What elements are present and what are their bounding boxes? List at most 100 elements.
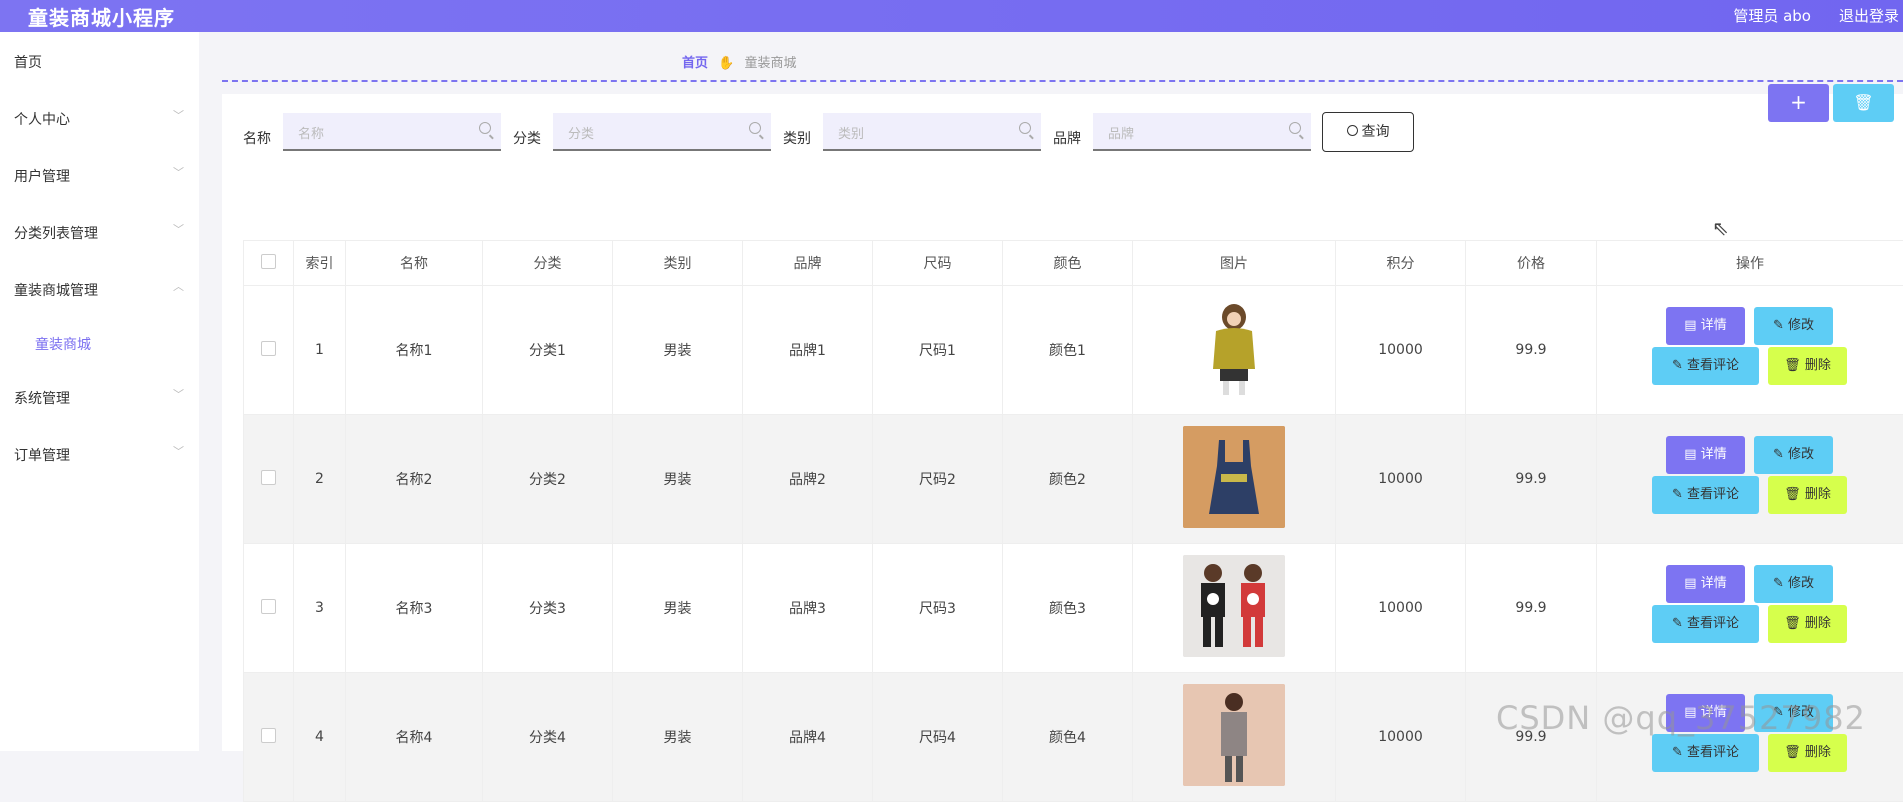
delete-button-label: 删除 xyxy=(1805,616,1831,631)
row-checkbox[interactable] xyxy=(261,728,276,743)
cell-points: 10000 xyxy=(1336,286,1466,415)
edit-button[interactable]: ✎ 修改 xyxy=(1754,565,1833,603)
delete-button[interactable]: 🗑 删除 xyxy=(1768,605,1847,643)
detail-button[interactable]: ▤ 详情 xyxy=(1666,565,1745,603)
delete-button-label: 删除 xyxy=(1805,745,1831,760)
row-select-cell[interactable] xyxy=(244,544,294,673)
review-button[interactable]: ✎ 查看评论 xyxy=(1652,734,1759,772)
detail-button-label: 详情 xyxy=(1701,447,1727,462)
cell-category: 分类3 xyxy=(483,544,613,673)
sidebar-item-label: 订单管理 xyxy=(14,448,70,464)
edit-button[interactable]: ✎ 修改 xyxy=(1754,436,1833,474)
cell-points: 10000 xyxy=(1336,415,1466,544)
detail-button[interactable]: ▤ 详情 xyxy=(1666,436,1745,474)
search-input-type[interactable]: 类别 xyxy=(823,113,1041,151)
column-header: 类别 xyxy=(613,241,743,286)
edit-button-label: 修改 xyxy=(1788,447,1814,462)
row-checkbox[interactable] xyxy=(261,470,276,485)
pencil-icon: ✎ xyxy=(1672,487,1687,502)
column-header: 颜色 xyxy=(1003,241,1133,286)
column-header: 图片 xyxy=(1133,241,1336,286)
cell-size: 尺码2 xyxy=(873,415,1003,544)
row-select-cell[interactable] xyxy=(244,673,294,802)
review-button[interactable]: ✎ 查看评论 xyxy=(1652,476,1759,514)
cell-brand: 品牌4 xyxy=(743,673,873,802)
column-header: 操作 xyxy=(1597,241,1903,286)
cell-index: 4 xyxy=(294,673,346,802)
delete-button[interactable]: 🗑 删除 xyxy=(1768,347,1847,385)
search-label-category: 分类 xyxy=(513,128,541,148)
review-button-label: 查看评论 xyxy=(1687,616,1739,631)
cell-price: 99.9 xyxy=(1466,286,1597,415)
sidebar-item-personal-center[interactable]: 个人中心 ﹀ xyxy=(14,109,194,129)
placeholder: 分类 xyxy=(568,123,594,142)
detail-button-label: 详情 xyxy=(1701,576,1727,591)
column-header: 品牌 xyxy=(743,241,873,286)
search-icon xyxy=(1347,125,1358,136)
document-icon: ▤ xyxy=(1684,447,1700,462)
cell-index: 3 xyxy=(294,544,346,673)
sidebar: 首页 个人中心 ﹀ 用户管理 ﹀ 分类列表管理﹀ 童装商城管理︿ 童装商城 系统管理… xyxy=(0,32,199,751)
review-button[interactable]: ✎ 查看评论 xyxy=(1652,347,1759,385)
detail-button[interactable]: ▤ 详情 xyxy=(1666,307,1745,345)
select-all-cell[interactable] xyxy=(244,241,294,286)
document-icon: ▤ xyxy=(1684,576,1700,591)
sidebar-item-user-management[interactable]: 用户管理 ﹀ xyxy=(14,166,194,186)
add-button[interactable]: + xyxy=(1768,84,1829,122)
select-all-checkbox[interactable] xyxy=(261,254,276,269)
chevron-down-icon: ﹀ xyxy=(173,164,184,180)
review-button-label: 查看评论 xyxy=(1687,487,1739,502)
cell-actions: ▤ 详情 ✎ 修改 ✎ 查看评论 🗑 删除 xyxy=(1597,415,1903,544)
sidebar-item-label: 用户管理 xyxy=(14,169,70,185)
batch-delete-button[interactable]: 🗑 xyxy=(1833,84,1894,122)
row-select-cell[interactable] xyxy=(244,286,294,415)
delete-button[interactable]: 🗑 删除 xyxy=(1768,734,1847,772)
breadcrumb-home[interactable]: 首页 xyxy=(682,56,708,71)
sidebar-item-system-management[interactable]: 系统管理﹀ xyxy=(14,388,194,408)
app-title: 童装商城小程序 xyxy=(28,2,175,31)
row-select-cell[interactable] xyxy=(244,415,294,544)
sidebar-item-mall-management[interactable]: 童装商城管理︿ xyxy=(14,280,194,300)
delete-button-label: 删除 xyxy=(1805,358,1831,373)
placeholder: 品牌 xyxy=(1108,123,1134,142)
sidebar-item-category-management[interactable]: 分类列表管理﹀ xyxy=(14,223,194,243)
cell-image xyxy=(1133,544,1336,673)
sidebar-item-home[interactable]: 首页 xyxy=(14,52,194,72)
sidebar-item-label: 个人中心 xyxy=(14,112,70,128)
product-image xyxy=(1183,555,1285,657)
sidebar-subitem-mall[interactable]: 童装商城 xyxy=(35,334,91,354)
row-checkbox[interactable] xyxy=(261,341,276,356)
chevron-down-icon: ﹀ xyxy=(173,107,184,123)
search-input-category[interactable]: 分类 xyxy=(553,113,771,151)
search-input-brand[interactable]: 品牌 xyxy=(1093,113,1311,151)
hand-icon: ✋ xyxy=(718,56,734,71)
query-button-label: 查询 xyxy=(1362,124,1390,140)
edit-button[interactable]: ✎ 修改 xyxy=(1754,307,1833,345)
table-row: 3 名称3 分类3 男装 品牌3 尺码3 颜色3 10000 99.9 ▤ 详情… xyxy=(244,544,1903,673)
pencil-icon: ✎ xyxy=(1672,358,1687,373)
search-input-name[interactable]: 名称 xyxy=(283,113,501,151)
sidebar-item-order-management[interactable]: 订单管理 ﹀ xyxy=(14,445,194,465)
delete-button[interactable]: 🗑 删除 xyxy=(1768,476,1847,514)
review-button[interactable]: ✎ 查看评论 xyxy=(1652,605,1759,643)
cell-type: 男装 xyxy=(613,286,743,415)
chevron-down-icon: ﹀ xyxy=(173,221,184,237)
cell-type: 男装 xyxy=(613,415,743,544)
cell-type: 男装 xyxy=(613,673,743,802)
query-button[interactable]: 查询 xyxy=(1322,112,1414,152)
edit-button-label: 修改 xyxy=(1788,318,1814,333)
cell-price: 99.9 xyxy=(1466,673,1597,802)
logout-link[interactable]: 退出登录 xyxy=(1839,5,1899,26)
product-image xyxy=(1183,426,1285,528)
chevron-down-icon: ﹀ xyxy=(173,443,184,459)
product-image xyxy=(1183,684,1285,786)
cell-price: 99.9 xyxy=(1466,544,1597,673)
cell-name: 名称1 xyxy=(346,286,483,415)
mouse-cursor-icon: ⇖ xyxy=(1712,216,1729,240)
row-checkbox[interactable] xyxy=(261,599,276,614)
table-row: 2 名称2 分类2 男装 品牌2 尺码2 颜色2 10000 99.9 ▤ 详情… xyxy=(244,415,1903,544)
trash-icon: 🗑 xyxy=(1784,745,1805,760)
document-icon: ▤ xyxy=(1684,318,1700,333)
cell-size: 尺码1 xyxy=(873,286,1003,415)
cell-name: 名称2 xyxy=(346,415,483,544)
